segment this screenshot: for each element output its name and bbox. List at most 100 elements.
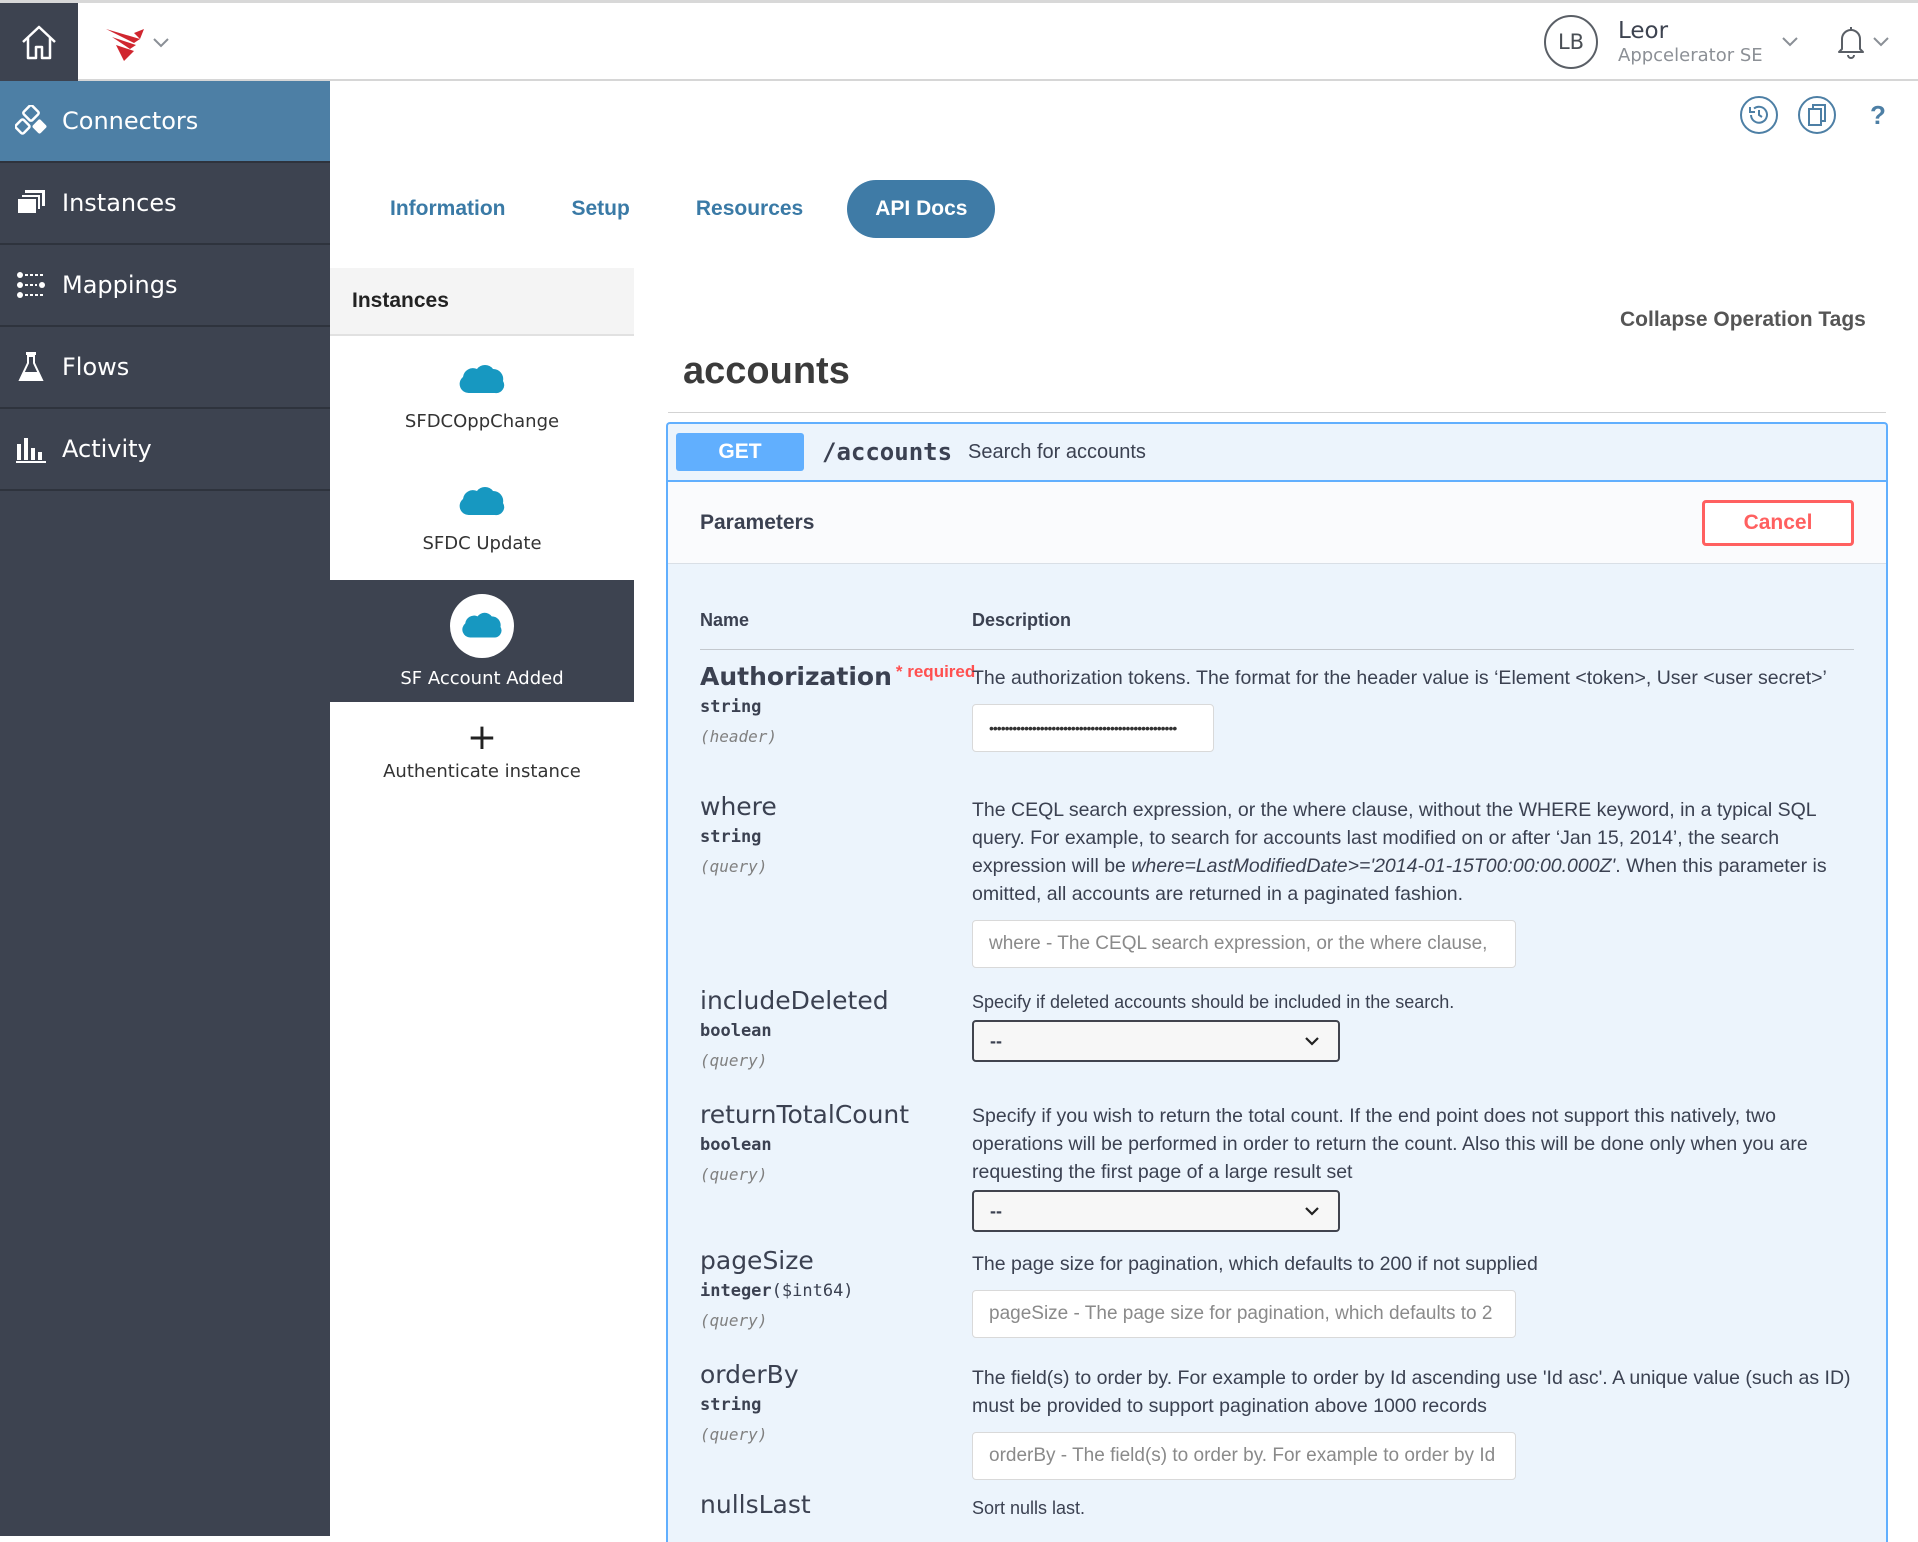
select-value: -- (990, 1031, 1002, 1051)
table-row: where string (query) The CEQL search exp… (700, 792, 1854, 986)
page-actions: ? (1740, 96, 1886, 134)
cancel-button[interactable]: Cancel (1702, 499, 1854, 546)
sidebar-item-label: Activity (62, 435, 152, 463)
order-by-input[interactable]: orderBy - The field(s) to order by. For … (972, 1432, 1516, 1480)
sidebar-item-mappings[interactable]: Mappings (0, 245, 330, 327)
param-location: (query) (700, 1165, 768, 1184)
user-name: Leor (1618, 18, 1669, 44)
instances-panel-title: Instances (330, 268, 634, 336)
page-size-input[interactable]: pageSize - The page size for pagination,… (972, 1290, 1516, 1338)
history-button[interactable] (1740, 96, 1778, 134)
sidebar-item-activity[interactable]: Activity (0, 409, 330, 491)
authorization-input[interactable]: ••••••••••••••••••••••••••••••••••••••••… (972, 704, 1214, 752)
sidebar-item-label: Mappings (62, 271, 178, 299)
appcelerator-logo-icon (106, 29, 144, 61)
param-location: (query) (700, 1051, 768, 1070)
param-description: The page size for pagination, which defa… (972, 1253, 1538, 1275)
operation-summary[interactable]: GET /accounts Search for accounts (668, 424, 1886, 482)
parameters-title: Parameters (700, 510, 815, 534)
method-badge: GET (676, 433, 804, 471)
column-header-description: Description (972, 610, 1072, 630)
collapse-operation-tags-link[interactable]: Collapse Operation Tags (1620, 308, 1866, 332)
param-location: (query) (700, 1425, 768, 1444)
tab-information[interactable]: Information (368, 180, 528, 238)
sidebar-item-label: Connectors (62, 107, 199, 135)
param-description: The CEQL search expression, or the where… (972, 799, 1827, 905)
help-icon[interactable]: ? (1870, 100, 1886, 131)
copy-button[interactable] (1798, 96, 1836, 134)
column-header-name: Name (700, 610, 750, 630)
operation-block: GET /accounts Search for accounts Parame… (666, 422, 1888, 1542)
authenticate-instance-label: Authenticate instance (383, 760, 581, 782)
param-type: string (700, 1395, 762, 1415)
where-input[interactable]: where - The CEQL search expression, or t… (972, 920, 1516, 968)
param-name: includeDeleted (700, 986, 889, 1015)
include-deleted-select[interactable]: -- (972, 1020, 1340, 1062)
param-description: The field(s) to order by. For example to… (972, 1367, 1851, 1417)
history-icon (1749, 105, 1768, 124)
instance-label: SFDCOppChange (404, 410, 560, 432)
avatar: LB (1544, 15, 1598, 69)
mappings-icon (14, 268, 48, 302)
tab-setup[interactable]: Setup (550, 180, 652, 238)
copy-icon (1808, 104, 1826, 126)
table-row: Authorization * required string (header) … (700, 662, 1854, 792)
param-description: The authorization tokens. The format for… (972, 667, 1827, 689)
table-row: orderBy string (query) The field(s) to o… (700, 1360, 1854, 1490)
section-divider (668, 412, 1886, 413)
sidebar-item-connectors[interactable]: Connectors (0, 81, 330, 163)
instance-item[interactable]: SFDCOppChange (330, 336, 634, 458)
chevron-down-icon (153, 38, 169, 48)
param-location: (query) (700, 1311, 768, 1330)
instance-label: SFDC Update (422, 532, 542, 554)
param-type: integer($int64) (700, 1281, 854, 1301)
sidebar-item-flows[interactable]: Flows (0, 327, 330, 409)
table-row: pageSize integer($int64) (query) The pag… (700, 1246, 1854, 1360)
user-role: Appcelerator SE (1618, 45, 1763, 66)
instances-icon (14, 186, 48, 220)
instances-panel: Instances SFDCOppChange SFDC Update SF A… (330, 268, 634, 802)
bell-icon (1838, 27, 1864, 59)
param-type: string (700, 697, 762, 717)
home-icon (22, 25, 56, 60)
plus-icon: + (466, 716, 498, 758)
select-value: -- (990, 1201, 1002, 1221)
instance-item[interactable]: SF Account Added (330, 580, 634, 702)
param-name: returnTotalCount (700, 1100, 910, 1129)
instance-item[interactable]: SFDC Update (330, 458, 634, 580)
parameters-table: Name Description Authorization * required… (668, 564, 1886, 1542)
table-row: includeDeleted boolean (query) Specify i… (700, 986, 1854, 1100)
salesforce-icon (462, 612, 502, 638)
tab-resources[interactable]: Resources (674, 180, 825, 238)
sidebar: Connectors Instances Mappings Flows Acti… (0, 81, 330, 1536)
salesforce-badge (450, 593, 514, 658)
chevron-down-icon (1305, 1037, 1319, 1046)
salesforce-icon (459, 364, 505, 393)
bar-chart-icon (14, 432, 48, 466)
parameters-header: Parameters Cancel (668, 482, 1886, 564)
tab-bar: Information Setup Resources API Docs (368, 180, 1017, 238)
user-menu[interactable]: LB Leor Appcelerator SE (1544, 15, 1799, 69)
authenticate-instance-button[interactable]: + Authenticate instance (330, 702, 634, 802)
salesforce-icon (459, 486, 505, 515)
parameters-table-header: Name Description (700, 564, 1854, 650)
chevron-down-icon (1305, 1207, 1319, 1216)
return-total-count-select[interactable]: -- (972, 1190, 1340, 1232)
flask-icon (14, 350, 48, 384)
table-row: nullsLast Sort nulls last. (700, 1490, 1854, 1542)
param-name: pageSize (700, 1246, 814, 1275)
param-description: Sort nulls last. (972, 1498, 1086, 1518)
sidebar-item-label: Instances (62, 189, 177, 217)
sidebar-item-label: Flows (62, 353, 130, 381)
home-button[interactable] (0, 3, 78, 81)
param-description: Specify if deleted accounts should be in… (972, 992, 1455, 1012)
tab-api-docs[interactable]: API Docs (847, 180, 996, 238)
param-description: Specify if you wish to return the total … (972, 1105, 1808, 1183)
sidebar-item-instances[interactable]: Instances (0, 163, 330, 245)
section-title: accounts (683, 350, 850, 392)
param-type: boolean (700, 1135, 772, 1155)
notifications-menu[interactable] (1836, 25, 1890, 59)
instance-label: SF Account Added (400, 667, 564, 689)
chevron-down-icon (1873, 37, 1889, 47)
brand-menu[interactable] (104, 23, 170, 63)
